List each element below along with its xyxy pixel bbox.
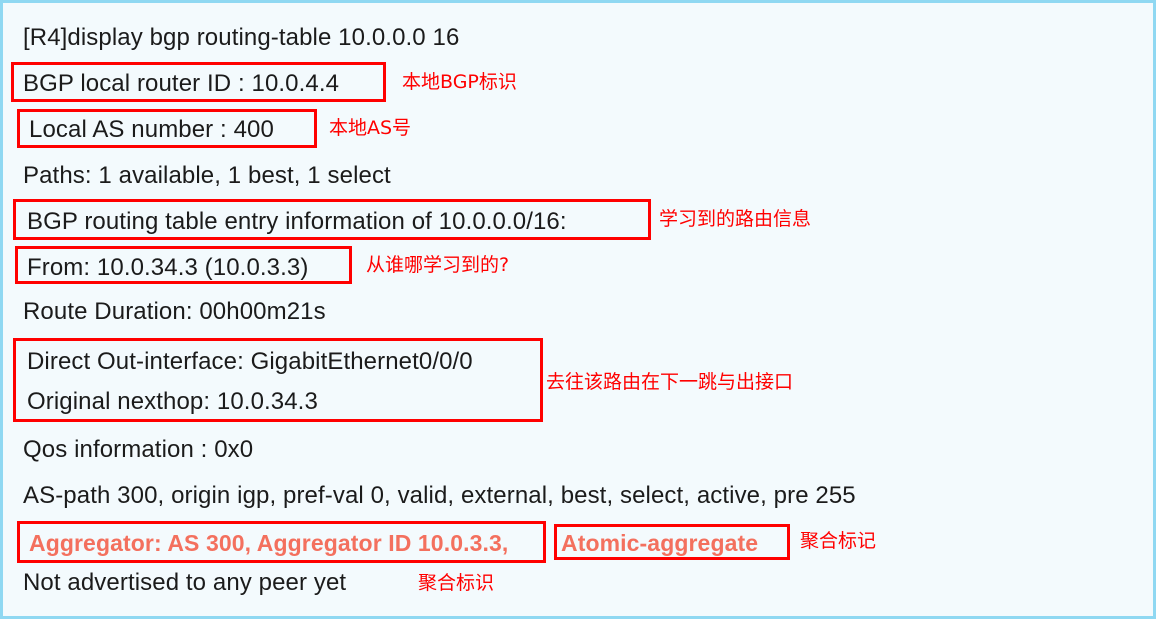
aggregator-line: Aggregator: AS 300, Aggregator ID 10.0.3… — [29, 530, 509, 556]
route-duration-line: Route Duration: 00h00m21s — [23, 298, 326, 325]
as-path-line: AS-path 300, origin igp, pref-val 0, val… — [23, 482, 856, 509]
bgp-local-router-id-line: BGP local router ID : 10.0.4.4 — [23, 70, 340, 97]
local-as-number-line: Local AS number : 400 — [29, 116, 274, 143]
annotation-not-advertised: 聚合标识 — [418, 572, 495, 594]
qos-information-line: Qos information : 0x0 — [23, 436, 254, 463]
original-nexthop-line: Original nexthop: 10.0.34.3 — [27, 388, 318, 415]
direct-out-interface-line: Direct Out-interface: GigabitEthernet0/0… — [27, 348, 473, 375]
annotation-router-id: 本地BGP标识 — [402, 71, 517, 93]
annotation-out-interface: 去往该路由在下一跳与出接口 — [546, 371, 794, 393]
routing-table-entry-line: BGP routing table entry information of 1… — [27, 208, 567, 235]
annotation-local-as: 本地AS号 — [329, 117, 412, 139]
atomic-aggregate-label: Atomic-aggregate — [561, 530, 759, 556]
terminal-output-panel: [R4]display bgp routing-table 10.0.0.0 1… — [0, 0, 1156, 619]
paths-line: Paths: 1 available, 1 best, 1 select — [23, 162, 391, 189]
from-peer-line: From: 10.0.34.3 (10.0.3.3) — [27, 254, 309, 281]
command-line: [R4]display bgp routing-table 10.0.0.0 1… — [23, 24, 460, 51]
not-advertised-line: Not advertised to any peer yet — [23, 569, 347, 596]
annotation-entry-info: 学习到的路由信息 — [659, 208, 812, 230]
annotation-from: 从谁哪学习到的? — [366, 254, 510, 276]
annotation-atomic-aggregate: 聚合标记 — [800, 530, 877, 552]
